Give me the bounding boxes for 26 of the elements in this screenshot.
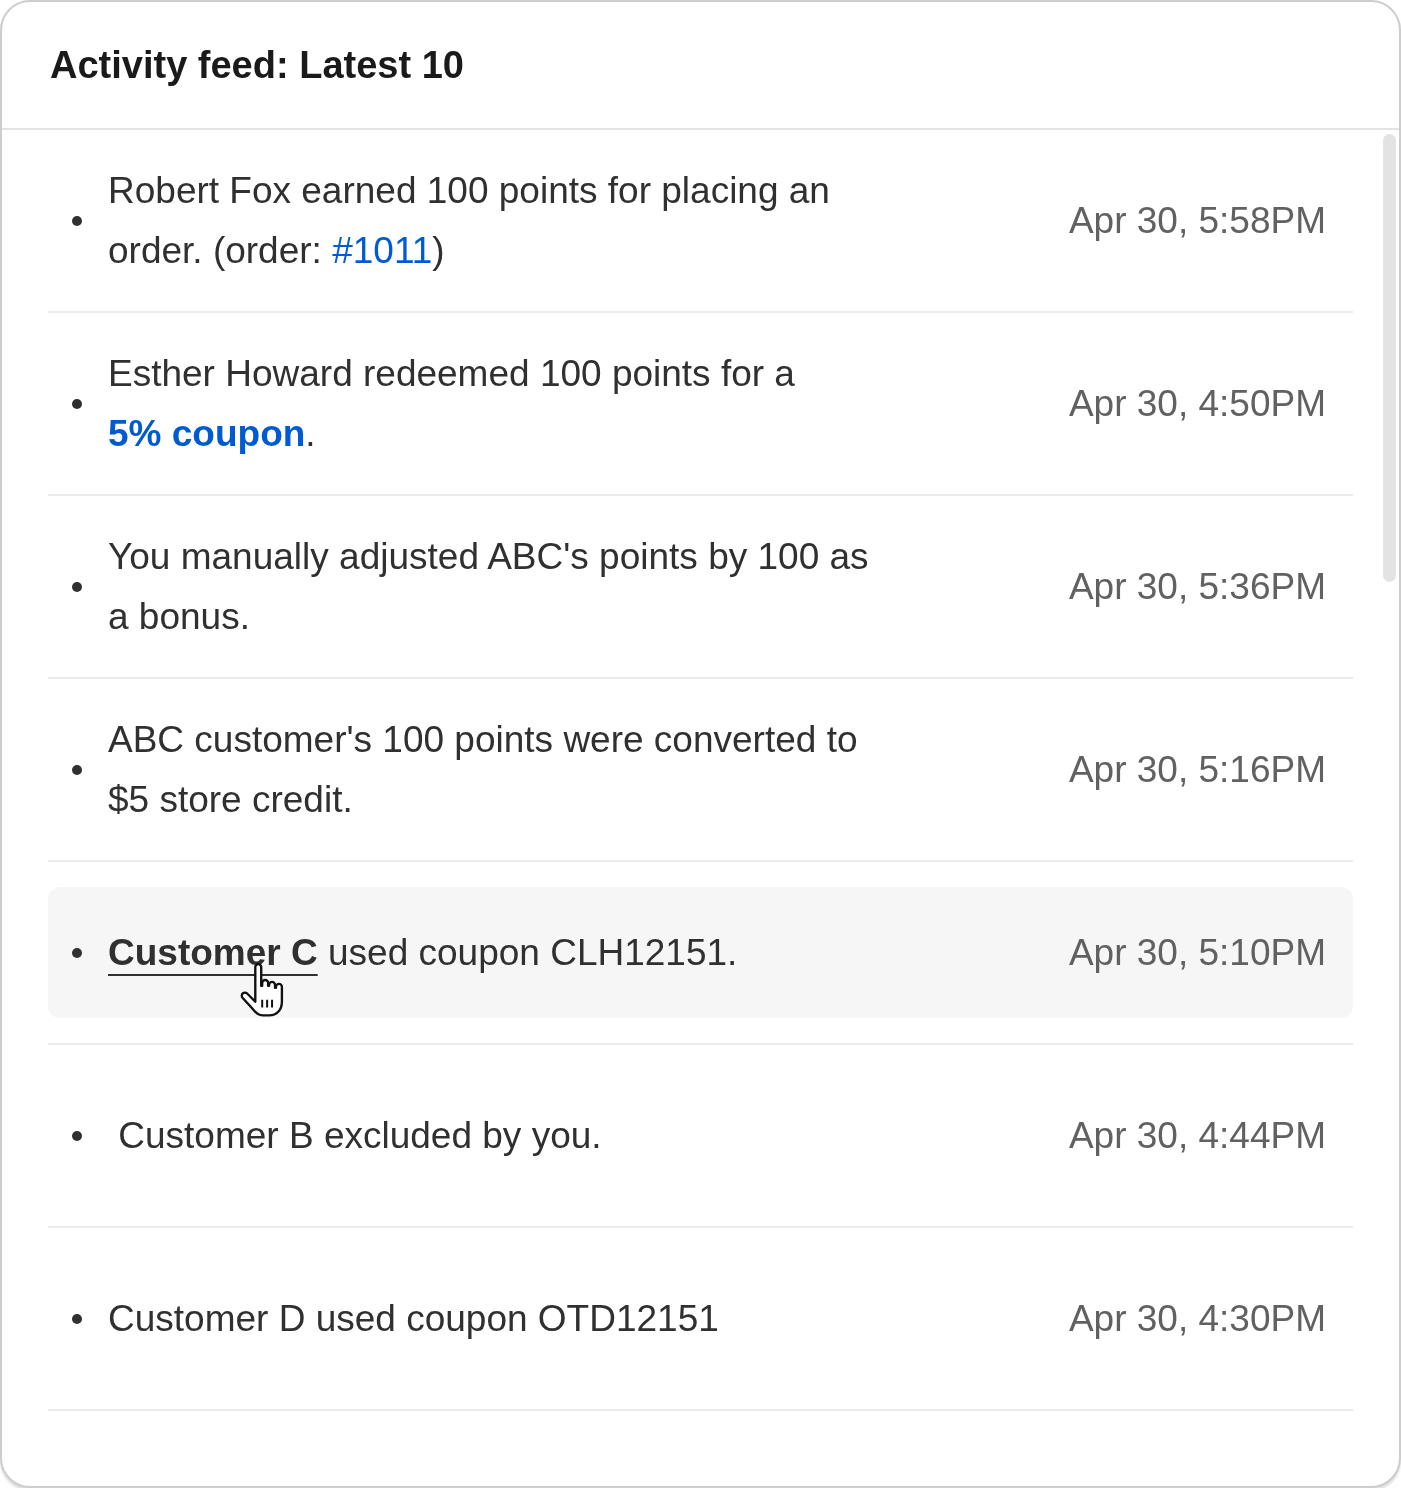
customer-link[interactable]: Customer C [108, 926, 318, 979]
timestamp: Apr 30, 4:44PM [1068, 1113, 1326, 1158]
timestamp: Apr 30, 5:16PM [1068, 747, 1326, 792]
bullet-icon [72, 215, 82, 226]
activity-text: Esther Howard redeemed 100 points for a 5% coupon. [108, 343, 888, 464]
timestamp: Apr 30, 4:50PM [1068, 381, 1326, 426]
timestamp: Apr 30, 5:10PM [1068, 930, 1326, 975]
activity-text: Customer D used coupon OTD12151 [108, 1296, 720, 1341]
activity-text: Robert Fox earned 100 points for placing an order. (order: #1011) [108, 160, 888, 281]
timestamp: Apr 30, 4:30PM [1068, 1296, 1326, 1341]
timestamp: Apr 30, 5:36PM [1068, 564, 1326, 609]
scrollbar-thumb[interactable] [1383, 134, 1396, 582]
bullet-icon [72, 1130, 82, 1141]
bullet-icon [72, 398, 82, 409]
bullet-icon [72, 764, 82, 775]
bullet-icon [72, 1313, 82, 1324]
bullet-icon [72, 947, 82, 958]
order-link[interactable]: #1011 [332, 224, 433, 277]
activity-text: You manually adjusted ABC's points by 100 as a bonus. [108, 534, 870, 639]
activity-text: ABC customer's 100 points were converted to $5 store credit. [108, 717, 859, 822]
bullet-icon [72, 581, 82, 592]
card-title: Activity feed: Latest 10 [50, 46, 464, 84]
activity-text: Customer B excluded by you. [117, 1113, 603, 1158]
coupon-link[interactable]: 5% coupon [108, 407, 306, 460]
activity-text: Customer C used coupon CLH12151. [108, 922, 888, 983]
timestamp: Apr 30, 5:58PM [1068, 198, 1326, 243]
